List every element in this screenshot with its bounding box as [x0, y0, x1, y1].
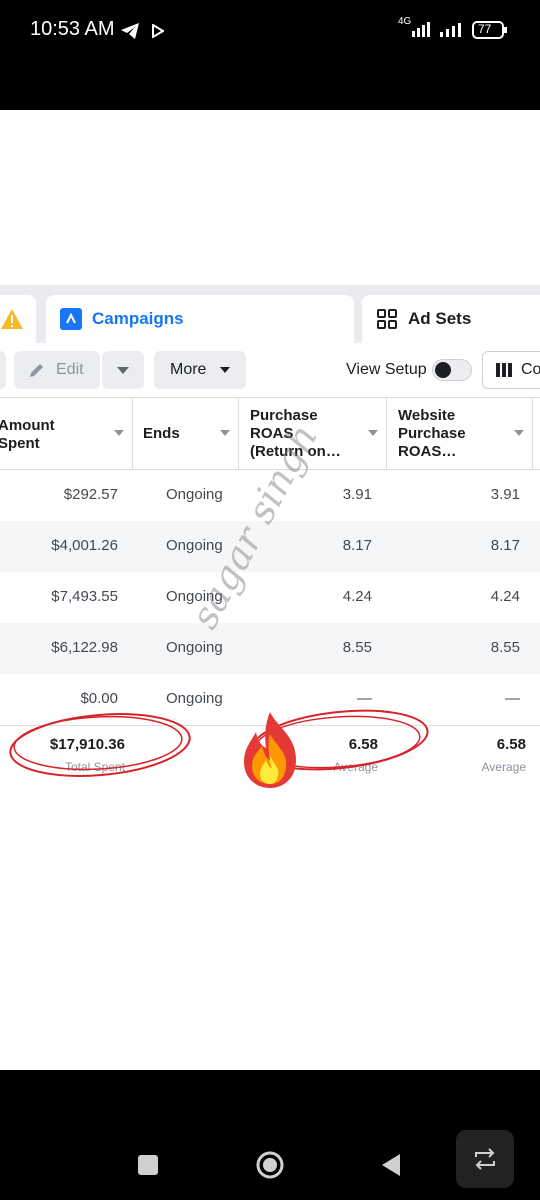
roas-cell: 8.55	[342, 639, 372, 656]
website-roas-cell: 3.91	[490, 486, 520, 503]
view-setup-toggle[interactable]	[432, 359, 472, 381]
play-icon	[152, 23, 165, 43]
signal-icon	[398, 20, 434, 43]
signal-icon-2	[438, 20, 468, 43]
tab-bar: Campaigns Ad Sets	[0, 285, 540, 343]
average-website-roas-value: 6.58	[496, 736, 526, 753]
tab-campaigns[interactable]: Campaigns	[46, 295, 354, 343]
fire-icon	[244, 712, 296, 788]
ends-cell: Ongoing	[166, 690, 223, 707]
roas-cell: 3.91	[342, 486, 372, 503]
back-button[interactable]	[380, 1152, 402, 1183]
table-row[interactable]: $6,122.98 Ongoing 8.55 8.55	[0, 623, 540, 674]
amount-cell: $4,001.26	[51, 537, 118, 554]
tab-ad-sets[interactable]: Ad Sets	[362, 295, 540, 343]
edit-label: Edit	[56, 361, 84, 378]
ad-sets-icon	[377, 309, 397, 329]
view-setup-label: View Setup	[346, 361, 427, 378]
telegram-icon	[120, 22, 140, 45]
battery-level: 77	[478, 22, 492, 36]
amount-cell: $6,122.98	[51, 639, 118, 656]
navigation-bar	[0, 1070, 540, 1200]
ads-manager-screenshot: Campaigns Ad Sets Edit More View Setup C…	[0, 285, 540, 795]
amount-cell: $292.57	[63, 486, 118, 503]
tab-ad-sets-label: Ad Sets	[408, 309, 472, 328]
column-header-ends[interactable]: Ends	[132, 397, 238, 469]
rotate-icon	[475, 1148, 495, 1170]
back-triangle-icon	[382, 1154, 400, 1176]
sort-caret-icon	[220, 430, 230, 436]
tab-warning[interactable]	[0, 295, 36, 343]
rotate-button[interactable]	[456, 1130, 514, 1188]
sort-caret-icon	[368, 430, 378, 436]
more-label: More	[170, 361, 207, 378]
average-website-roas-caption: Average	[481, 760, 526, 774]
toolbar-prev-button[interactable]	[0, 351, 6, 389]
recent-apps-button[interactable]	[137, 1154, 159, 1181]
pencil-icon	[30, 364, 43, 377]
amount-cell: $7,493.55	[51, 588, 118, 605]
columns-icon	[496, 363, 512, 377]
square-icon	[138, 1155, 158, 1175]
website-roas-cell: 8.55	[490, 639, 520, 656]
tab-campaigns-label: Campaigns	[92, 309, 184, 328]
header-website-roas-label: Website Purchase ROAS…	[398, 407, 466, 460]
website-roas-cell: 8.17	[490, 537, 520, 554]
status-time: 10:53 AM	[30, 18, 115, 40]
column-header-website-roas[interactable]: Website Purchase ROAS…	[386, 397, 532, 469]
roas-cell: 8.17	[342, 537, 372, 554]
website-roas-cell: 4.24	[490, 588, 520, 605]
home-button[interactable]	[255, 1150, 285, 1185]
amount-cell: $0.00	[80, 690, 118, 707]
home-circle-icon	[256, 1151, 284, 1179]
average-roas-value: 6.58	[348, 736, 378, 753]
ends-cell: Ongoing	[166, 639, 223, 656]
roas-cell: —	[357, 690, 372, 707]
chevron-down-icon	[117, 366, 129, 374]
status-bar: 10:53 AM 4G 77	[0, 0, 540, 110]
edit-button[interactable]: Edit	[14, 351, 100, 389]
toggle-knob	[435, 362, 451, 378]
warning-icon	[1, 309, 23, 329]
average-roas-caption: Average	[333, 760, 378, 774]
header-amount-spent-label: Amount Spent	[0, 417, 55, 452]
ends-cell: Ongoing	[166, 486, 223, 503]
columns-label: Co	[521, 361, 540, 378]
roas-cell: 4.24	[342, 588, 372, 605]
ends-cell: Ongoing	[166, 537, 223, 554]
campaigns-icon	[60, 308, 82, 330]
website-roas-cell: —	[505, 690, 520, 707]
header-ends-label: Ends	[143, 425, 180, 442]
more-button[interactable]: More	[154, 351, 246, 389]
columns-button[interactable]: Co	[482, 351, 540, 389]
column-header-amount-spent[interactable]: Amount Spent	[0, 397, 132, 469]
chevron-down-icon	[220, 367, 231, 373]
edit-dropdown-button[interactable]	[102, 351, 144, 389]
sort-caret-icon	[514, 430, 524, 436]
toolbar: Edit More View Setup Co	[0, 343, 540, 397]
table-row[interactable]: $7,493.55 Ongoing 4.24 4.24	[0, 572, 540, 623]
sort-caret-icon	[114, 430, 124, 436]
total-spent-value: $17,910.36	[49, 736, 125, 753]
total-spent-caption: Total Spent	[64, 760, 125, 774]
